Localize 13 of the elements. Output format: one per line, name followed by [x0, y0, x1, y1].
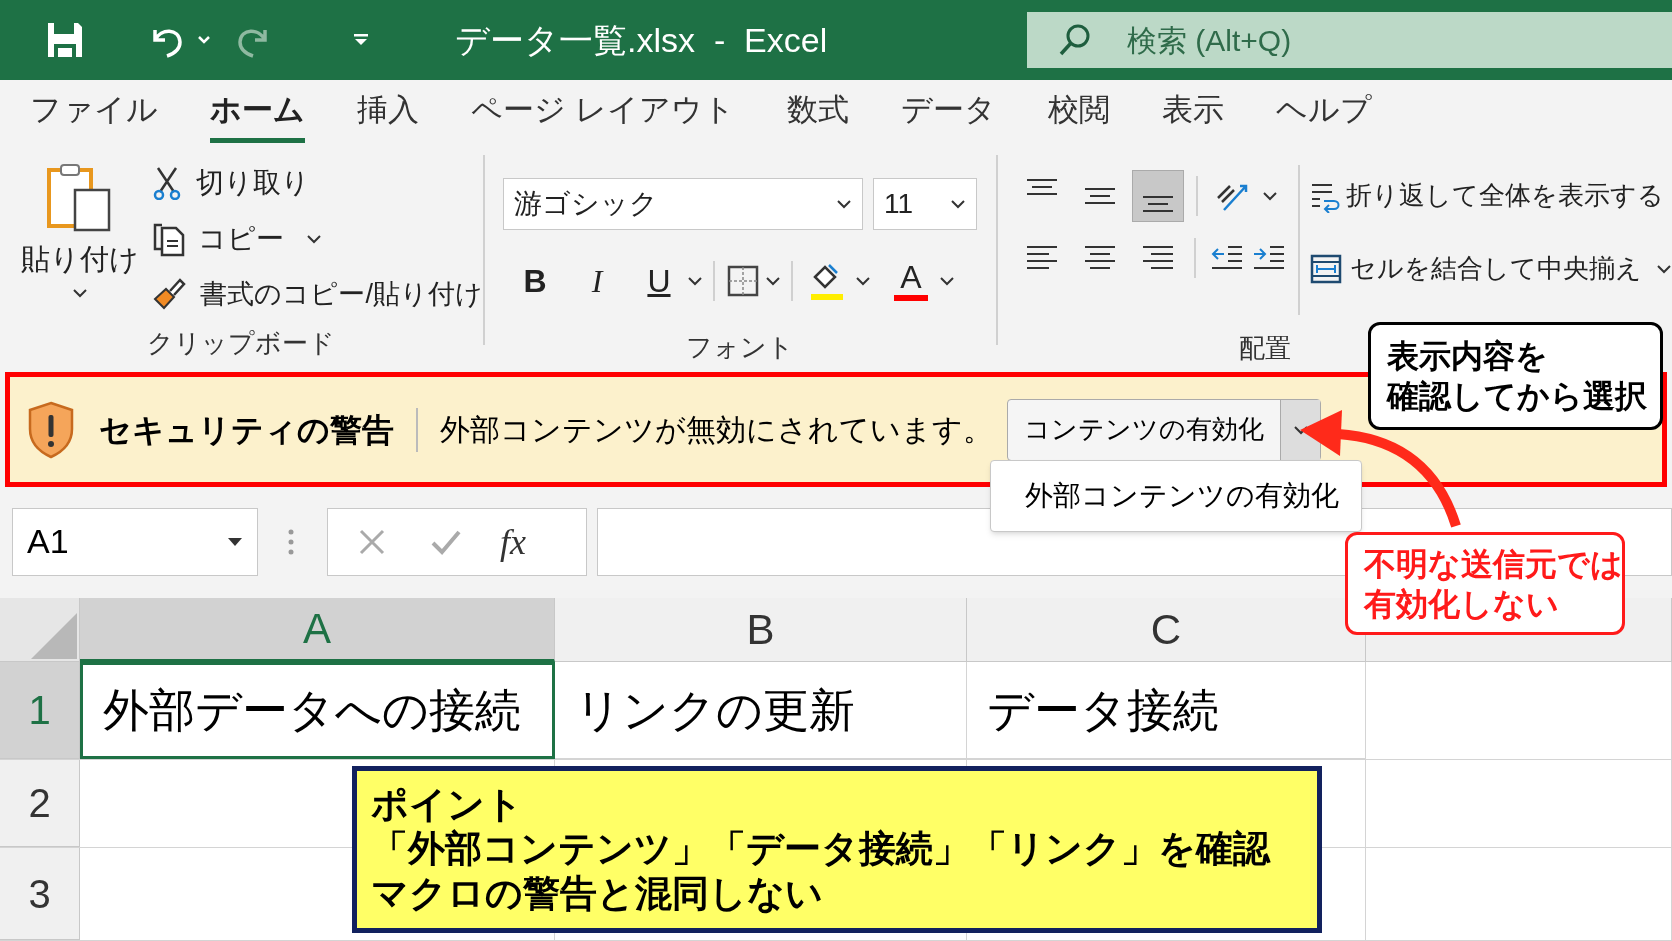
- note-text: 「外部コンテンツ」「データ接続」「リンク」を確認: [371, 827, 1272, 872]
- callout-text: 表示内容を: [1387, 337, 1549, 376]
- window-title: データ一覧.xlsx - Excel: [455, 19, 828, 61]
- callout-text: 不明な送信元では: [1364, 544, 1622, 584]
- callout-text: 確認してから選択: [1387, 377, 1648, 416]
- group-label: 配置: [1239, 332, 1291, 365]
- note-text: マクロの警告と混同しない: [371, 871, 824, 916]
- security-warning-title: セキュリティの警告: [99, 410, 394, 450]
- note-text: ポイント: [371, 782, 524, 827]
- callout-text: 有効化しない: [1364, 584, 1560, 624]
- group-label: クリップボード: [147, 327, 335, 360]
- security-warning-message: 外部コンテンツが無効にされています。: [440, 412, 993, 448]
- group-label: フォント: [686, 331, 795, 364]
